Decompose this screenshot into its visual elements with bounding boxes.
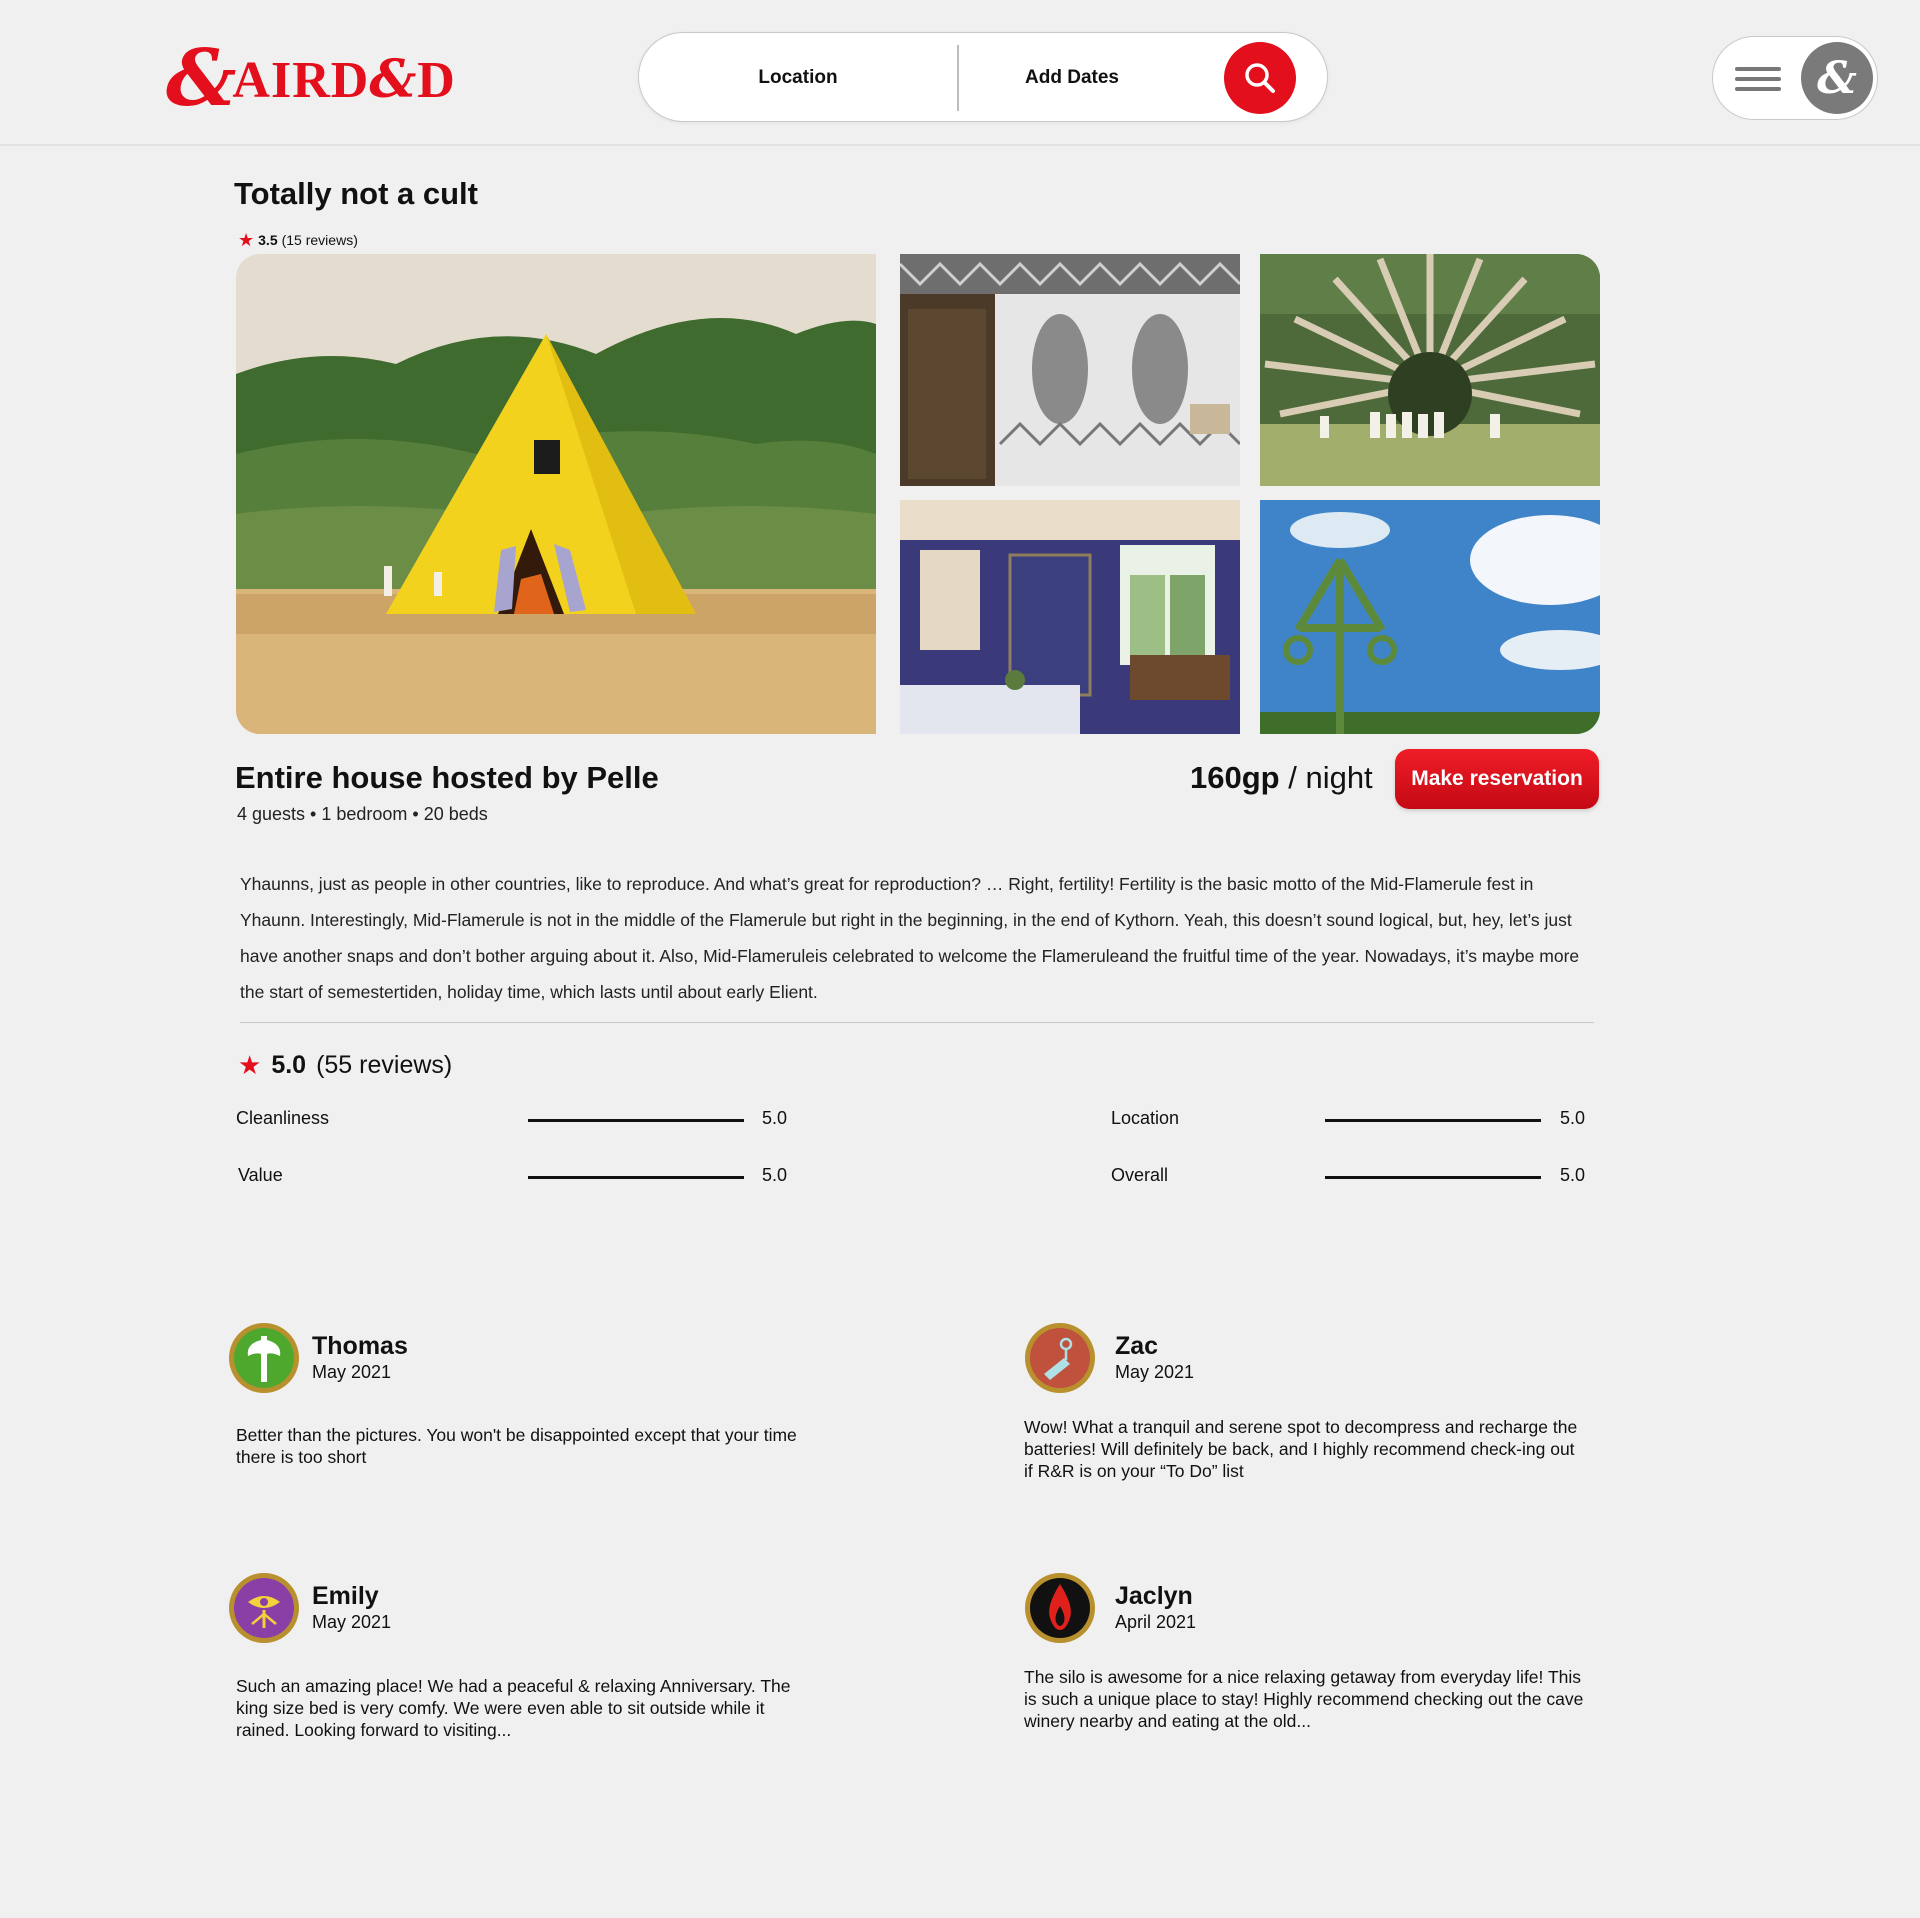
photo-blue-room[interactable]	[900, 500, 1240, 734]
rating-category-value: Value 5.0	[238, 1161, 798, 1191]
rating-bar	[528, 1119, 744, 1122]
rating-bar	[1325, 1176, 1541, 1179]
red-hand-icon[interactable]	[1024, 1322, 1096, 1394]
review-count: (15 reviews)	[281, 232, 358, 248]
rating-bar	[1325, 1119, 1541, 1122]
reviewer-name: Emily	[312, 1582, 379, 1610]
overall-rating: 5.0	[271, 1051, 307, 1079]
category-value: 5.0	[762, 1108, 788, 1128]
listing-details: 4 guests • 1 bedroom • 20 beds	[237, 804, 488, 824]
nightly-price: 160gp / night	[1190, 760, 1373, 796]
photo-painted-interior[interactable]	[900, 254, 1240, 486]
ratings-count: (55 reviews)	[316, 1051, 453, 1079]
review-text: The silo is awesome for a nice relaxing …	[1024, 1667, 1584, 1731]
review-date: April 2021	[1115, 1612, 1197, 1632]
photo-gallery	[236, 254, 1600, 734]
sun-arch-image	[1260, 254, 1600, 486]
rating-category-overall: Overall 5.0	[1111, 1161, 1671, 1191]
photo-yellow-temple[interactable]	[236, 254, 876, 734]
user-menu-button[interactable]: &	[1712, 36, 1878, 120]
listing-description: Yhaunns, just as people in other countri…	[240, 874, 1580, 1002]
rating-category-location: Location 5.0	[1111, 1104, 1671, 1134]
category-label: Cleanliness	[236, 1108, 330, 1128]
star-icon: ★	[238, 1050, 262, 1080]
ampersand-avatar-icon: &	[1801, 42, 1873, 114]
yellow-temple-image	[236, 254, 876, 734]
logo-ampersand-icon: &	[166, 33, 237, 124]
review-text: Better than the pictures. You won't be d…	[236, 1425, 797, 1467]
flame-icon[interactable]	[1024, 1572, 1096, 1644]
top-navigation-bar: & AIRD&D Location Add Dates &	[0, 0, 1920, 146]
search-button[interactable]	[1224, 42, 1296, 114]
search-icon	[1245, 63, 1275, 93]
hamburger-menu-icon	[1735, 67, 1781, 91]
painted-interior-image	[900, 254, 1240, 486]
category-label: Overall	[1111, 1165, 1169, 1185]
category-label: Location	[1111, 1108, 1180, 1128]
listing-rating-summary[interactable]: ★ 3.5 (15 reviews)	[238, 231, 358, 249]
section-divider	[240, 1022, 1594, 1023]
green-axe-icon[interactable]	[228, 1322, 300, 1394]
category-value: 5.0	[762, 1165, 788, 1185]
star-icon: ★	[238, 230, 255, 250]
review-date: May 2021	[1115, 1362, 1195, 1382]
dates-search-field[interactable]: Add Dates	[959, 33, 1185, 123]
logo-wordmark: AIRD&D	[232, 48, 456, 110]
location-search-field[interactable]: Location	[639, 33, 957, 123]
review-card: Zac May 2021 Wow! What a tranquil and se…	[1024, 1322, 1604, 1482]
blue-room-image	[900, 500, 1240, 734]
host-title: Entire house hosted by Pelle	[235, 760, 659, 795]
category-label: Value	[238, 1165, 283, 1185]
reviewer-name: Zac	[1115, 1332, 1159, 1360]
purple-eye-icon[interactable]	[228, 1572, 300, 1644]
review-card: Thomas May 2021 Better than the pictures…	[228, 1322, 808, 1482]
review-text: Wow! What a tranquil and serene spot to …	[1024, 1417, 1578, 1481]
category-value: 5.0	[1560, 1108, 1586, 1128]
rating-bar	[528, 1176, 744, 1179]
reviewer-name: Thomas	[312, 1332, 408, 1360]
make-reservation-button[interactable]: Make reservation	[1395, 749, 1599, 809]
review-card: Jaclyn April 2021 The silo is awesome fo…	[1024, 1572, 1604, 1742]
review-date: May 2021	[312, 1612, 392, 1632]
review-date: May 2021	[312, 1362, 392, 1382]
ratings-summary: ★ 5.0 (55 reviews)	[238, 1050, 452, 1081]
airdnd-logo[interactable]: & AIRD&D	[166, 40, 456, 118]
photo-sun-arch[interactable]	[1260, 254, 1600, 486]
price-amount: 160gp	[1190, 760, 1280, 795]
maypole-image	[1260, 500, 1600, 734]
price-unit: / night	[1279, 760, 1373, 795]
rating-value: 3.5	[258, 232, 278, 248]
listing-title: Totally not a cult	[234, 176, 478, 211]
photo-maypole[interactable]	[1260, 500, 1600, 734]
review-text: Such an amazing place! We had a peaceful…	[236, 1676, 791, 1740]
category-value: 5.0	[1560, 1165, 1586, 1185]
rating-category-cleanliness: Cleanliness 5.0	[236, 1104, 796, 1134]
reviewer-name: Jaclyn	[1115, 1582, 1193, 1610]
search-bar: Location Add Dates	[638, 32, 1328, 122]
review-card: Emily May 2021 Such an amazing place! We…	[228, 1572, 808, 1742]
